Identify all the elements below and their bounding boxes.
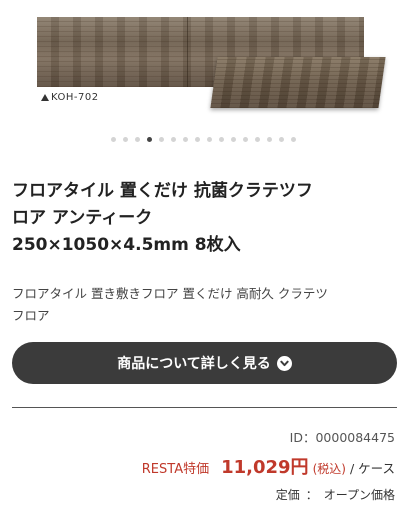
price-row: RESTA特価 11,029円 (税込) / ケース <box>142 453 395 479</box>
carousel-dot[interactable] <box>171 137 176 142</box>
list-price-value: オープン価格 <box>323 488 395 502</box>
product-keywords-line: フロアタイル 置き敷きフロア 置くだけ 高耐久 クラテツ <box>12 286 328 301</box>
carousel-dot[interactable] <box>219 137 224 142</box>
product-details-button-label: 商品について詳しく見る <box>117 356 271 372</box>
section-divider <box>12 407 397 408</box>
list-price-label: 定価 <box>275 488 300 502</box>
carousel-dot[interactable] <box>279 137 284 142</box>
product-image-carousel[interactable]: KOH-702 <box>0 0 407 125</box>
carousel-dot[interactable] <box>291 137 296 142</box>
product-code-text: KOH-702 <box>51 92 99 103</box>
triangle-up-icon <box>41 94 49 101</box>
carousel-dot[interactable] <box>207 137 212 142</box>
product-title-line: ロア アンティーク <box>12 208 153 228</box>
carousel-dot[interactable] <box>147 137 152 142</box>
carousel-dot[interactable] <box>111 137 116 142</box>
carousel-dot[interactable] <box>243 137 248 142</box>
product-keywords: フロアタイル 置き敷きフロア 置くだけ 高耐久 クラテツ フロア <box>12 283 402 327</box>
price-value: 11,029円 <box>221 457 309 478</box>
product-id: ID：0000084475 <box>289 430 395 445</box>
chevron-down-circle-icon <box>276 355 292 371</box>
carousel-dot[interactable] <box>123 137 128 142</box>
carousel-dot[interactable] <box>255 137 260 142</box>
carousel-dot[interactable] <box>183 137 188 142</box>
price-unit: / ケース <box>349 461 395 476</box>
product-title: フロアタイル 置くだけ 抗菌クラテツフ ロア アンティーク 250×1050×4… <box>12 178 397 259</box>
list-price-separator: ： <box>305 488 318 502</box>
product-title-line: 250×1050×4.5mm 8枚入 <box>12 235 241 255</box>
list-price: 定価 ： オープン価格 <box>276 486 395 503</box>
carousel-dot[interactable] <box>231 137 236 142</box>
product-details-button[interactable]: 商品について詳しく見る <box>12 342 397 384</box>
carousel-dot[interactable] <box>159 137 164 142</box>
product-code-caption: KOH-702 <box>41 92 99 103</box>
carousel-dot[interactable] <box>267 137 272 142</box>
floor-tile-plank-image-angled <box>210 57 386 108</box>
price-tax-note: (税込) <box>312 462 346 476</box>
price-label: RESTA特価 <box>141 462 210 477</box>
carousel-dot[interactable] <box>195 137 200 142</box>
carousel-pagination <box>0 137 407 142</box>
product-keywords-line: フロア <box>12 308 50 323</box>
product-title-line: フロアタイル 置くだけ 抗菌クラテツフ <box>12 181 313 201</box>
carousel-dot[interactable] <box>135 137 140 142</box>
